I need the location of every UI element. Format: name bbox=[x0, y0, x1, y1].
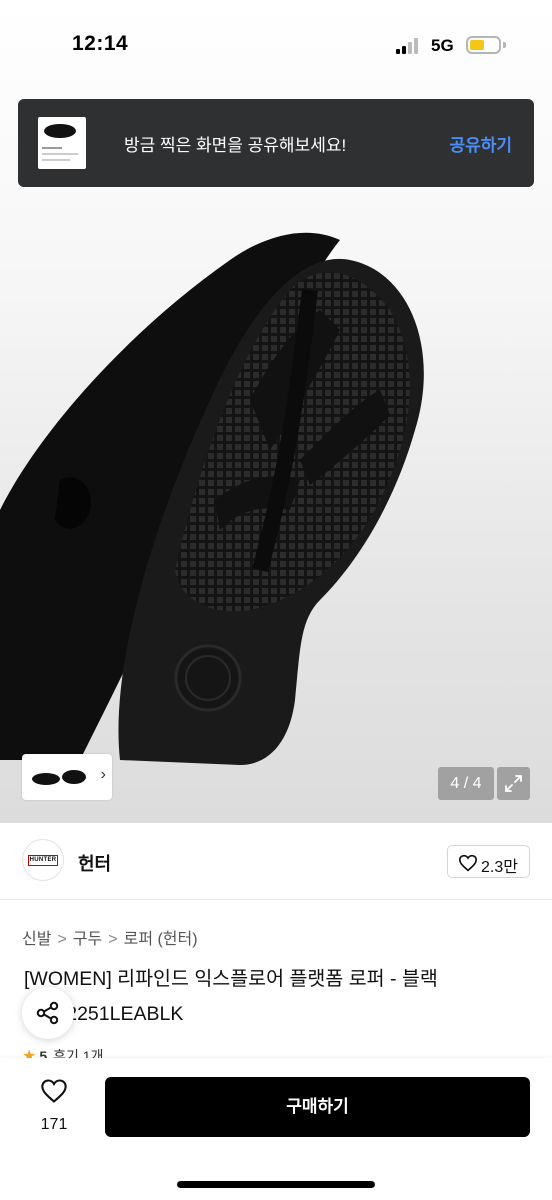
status-bar: 12:14 5G bbox=[0, 0, 552, 90]
network-label: 5G bbox=[431, 36, 454, 55]
breadcrumb-item[interactable]: 구두 bbox=[73, 931, 102, 948]
share-action-button[interactable]: 공유하기 bbox=[449, 131, 512, 156]
product-title: [WOMEN] 리파인드 익스플로어 플랫폼 로퍼 - 블랙 WFF2251LE… bbox=[24, 968, 438, 1025]
wishlist-count: 171 bbox=[40, 1116, 68, 1133]
heart-outline-icon bbox=[41, 1079, 67, 1103]
heart-outline-icon bbox=[458, 854, 478, 872]
product-photo-loafer-sole bbox=[0, 232, 424, 765]
breadcrumb-separator-icon: > bbox=[108, 931, 118, 948]
home-indicator bbox=[177, 1181, 375, 1188]
cellular-signal-icon bbox=[396, 38, 422, 54]
thumbnail-strip[interactable]: › bbox=[22, 754, 112, 800]
expand-button[interactable] bbox=[497, 767, 530, 800]
brand-logo[interactable]: HUNTER bbox=[22, 839, 64, 881]
brand-name[interactable]: 헌터 bbox=[78, 850, 111, 876]
toast-message: 방금 찍은 화면을 공유해보세요! bbox=[124, 136, 347, 155]
chevron-right-icon: › bbox=[100, 766, 106, 783]
thumbnail-image bbox=[32, 770, 86, 785]
share-button[interactable] bbox=[22, 987, 74, 1039]
buy-button[interactable]: 구매하기 bbox=[105, 1077, 530, 1137]
brand-logo-wordmark: HUNTER bbox=[28, 855, 58, 866]
breadcrumb-separator-icon: > bbox=[57, 931, 67, 948]
breadcrumb-item[interactable]: 로퍼 (헌터) bbox=[124, 931, 198, 948]
brand-like-count: 2.3만 bbox=[481, 859, 518, 876]
brand-row[interactable]: HUNTER 헌터 2.3만 bbox=[0, 824, 552, 900]
screenshot-share-toast[interactable]: 방금 찍은 화면을 공유해보세요! 공유하기 bbox=[18, 99, 534, 187]
wishlist-button[interactable]: 171 bbox=[22, 1076, 86, 1140]
status-time: 12:14 bbox=[72, 32, 129, 55]
expand-icon bbox=[505, 775, 522, 792]
breadcrumb: 신발 > 구두 > 로퍼 (헌터) bbox=[22, 925, 198, 949]
page-indicator: 4 / 4 bbox=[438, 767, 494, 800]
share-icon bbox=[36, 1001, 59, 1025]
battery-icon bbox=[466, 36, 501, 54]
screenshot-thumbnail bbox=[38, 117, 86, 169]
battery-cap bbox=[503, 42, 506, 48]
bottom-action-bar: 171 구매하기 bbox=[0, 1058, 552, 1200]
brand-like-button[interactable]: 2.3만 bbox=[447, 845, 530, 878]
breadcrumb-item[interactable]: 신발 bbox=[22, 931, 51, 948]
